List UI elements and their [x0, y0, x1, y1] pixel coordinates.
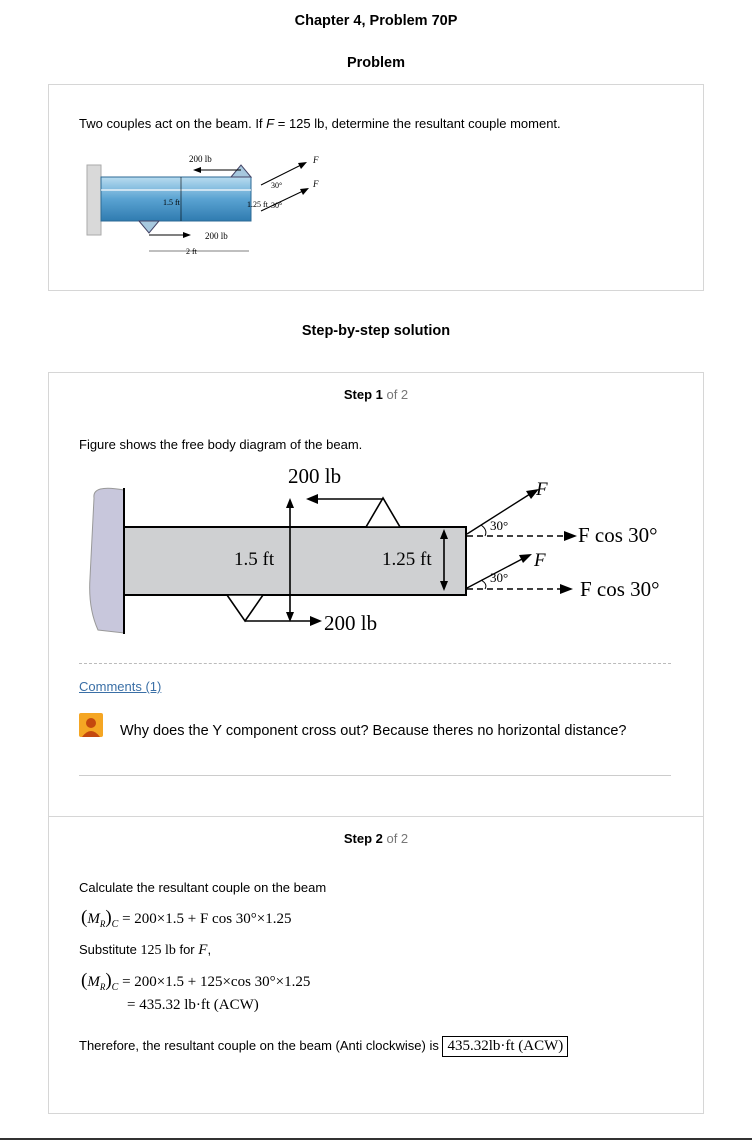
fbd-bottom-bracket: [225, 594, 265, 623]
step1-text: Figure shows the free body diagram of th…: [79, 437, 363, 452]
fbd-f-top: F: [535, 479, 548, 500]
fbd-dim-a: 1.5 ft: [234, 549, 275, 570]
comment-divider: [79, 775, 671, 776]
user-silhouette-icon: [82, 718, 100, 737]
commenter-avatar: [79, 713, 103, 737]
step2-intro: Calculate the resultant couple on the be…: [79, 880, 327, 895]
fbd-force-top: 200 lb: [288, 464, 341, 488]
fbd-figure: 200 lb 200 lb 1.5 ft 1.25 ft 30° F F cos…: [89, 464, 660, 635]
substitute-line: Substitute 125 lb for F,: [79, 942, 212, 958]
step2-label: Step 2 of 2: [343, 831, 409, 846]
fbd-force-bottom: 200 lb: [324, 611, 377, 635]
page-bottom-border: [0, 1138, 752, 1140]
equation-1: (MR)C = 200×1.5 + F cos 30°×1.25: [81, 907, 292, 930]
fbd-wall: [89, 487, 125, 634]
final-answer-line: Therefore, the resultant couple on the b…: [79, 1036, 569, 1057]
step-divider: [49, 816, 703, 817]
problem-force-f-top: F: [312, 155, 319, 165]
fbd-fcos-top: F cos 30°: [578, 523, 658, 547]
fbd-angle-top: 30°: [490, 518, 508, 533]
fbd-dim-b: 1.25 ft: [382, 549, 432, 570]
problem-statement: Two couples act on the beam. If F = 125 …: [79, 116, 561, 131]
problem-angle-bottom: 30°: [271, 201, 282, 210]
step1-label: Step 1 of 2: [343, 387, 409, 402]
equation-2: (MR)C = 200×1.5 + 125×cos 30°×1.25: [81, 970, 311, 993]
moment-symbol: (MR)C: [81, 907, 119, 930]
fbd-top-bracket: [364, 496, 402, 528]
equation-3: = 435.32 lb·ft (ACW): [127, 997, 259, 1013]
comments-link[interactable]: Comments (1): [79, 679, 161, 694]
problem-bottom-bracket: [137, 220, 161, 234]
problem-force-f-bottom: F: [312, 179, 319, 189]
comment-text: Why does the Y component cross out? Beca…: [120, 723, 627, 739]
fbd-fcos-bottom: F cos 30°: [580, 577, 660, 601]
solution-heading: Step-by-step solution: [301, 323, 451, 339]
problem-figure: 200 lb 200 lb 1.5 ft 1.25 ft 2 ft 30° 30…: [86, 154, 319, 256]
problem-dim-c: 2 ft: [186, 247, 198, 256]
fbd-f-mid: F: [533, 550, 546, 571]
final-answer-box: 435.32lb·ft (ACW): [442, 1036, 569, 1057]
problem-wall: [86, 164, 102, 236]
problem-angle-top: 30°: [271, 181, 282, 190]
problem-heading: Problem: [346, 55, 405, 71]
problem-force-bottom: 200 lb: [205, 231, 228, 241]
solution-box: Step 1 of 2 Figure shows the free body d…: [48, 372, 704, 1114]
problem-top-bracket: [229, 164, 253, 178]
comments-separator: [79, 663, 671, 664]
fbd-angle-bottom: 30°: [490, 570, 508, 585]
page-title: Chapter 4, Problem 70P: [294, 13, 458, 29]
problem-dim-a: 1.5 ft: [163, 198, 181, 207]
problem-dim-b: 1.25 ft: [247, 200, 269, 209]
problem-force-top: 200 lb: [189, 154, 212, 164]
problem-box: Two couples act on the beam. If F = 125 …: [48, 84, 704, 291]
